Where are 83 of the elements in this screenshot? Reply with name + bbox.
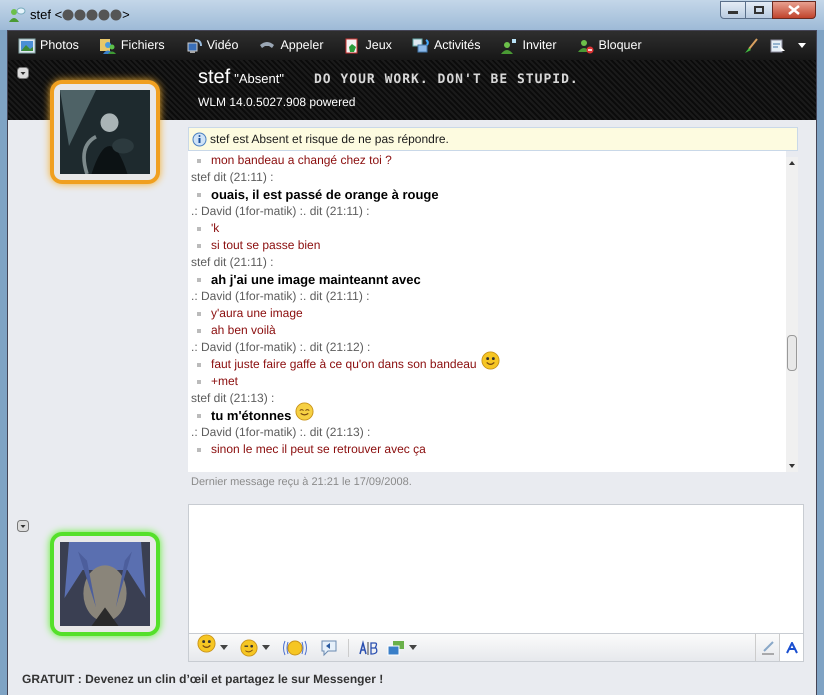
- caret-icon[interactable]: [262, 645, 270, 650]
- contact-status: "Absent": [234, 70, 284, 88]
- toolbar-button[interactable]: Photos: [18, 36, 79, 55]
- info-icon: [192, 132, 207, 146]
- caret-icon[interactable]: [798, 43, 806, 48]
- scroll-up-icon[interactable]: [789, 161, 795, 165]
- smiley-icon: [480, 351, 500, 370]
- bullet-icon: [197, 414, 201, 418]
- sender-line: stef dit (21:11) :: [191, 169, 274, 186]
- message-text: ah j'ai une image mainteannt avec: [211, 271, 421, 288]
- wink-icon[interactable]: [240, 638, 258, 656]
- sender-line: .: David (1for-matik) :. dit (21:11) :: [191, 288, 370, 305]
- add-person-icon: [500, 38, 518, 54]
- photo-icon: [18, 38, 36, 54]
- caret-icon[interactable]: [409, 645, 417, 650]
- caret-icon[interactable]: [220, 645, 228, 650]
- notice-text: stef est Absent et risque de ne pas répondre.: [210, 131, 449, 148]
- message-input[interactable]: [188, 504, 804, 634]
- message-text: faut juste faire gaffe à ce qu'on dans son bandeau: [211, 356, 477, 373]
- toolbar-button[interactable]: Fichiers: [98, 36, 165, 55]
- sender-line: .: David (1for-matik) :. dit (21:12) :: [191, 339, 372, 356]
- people-icon: [98, 38, 117, 54]
- message-text: si tout se passe bien: [211, 237, 320, 254]
- font-icon: [786, 642, 798, 654]
- last-message-text: Dernier message reçu à 21:21 le 17/09/2008.: [190, 475, 413, 490]
- background-icon[interactable]: [387, 640, 405, 656]
- sender-line: .: David (1for-matik) :. dit (21:11) :: [191, 203, 370, 220]
- bullet-icon: [197, 244, 201, 248]
- sender-line: stef dit (21:13) :: [191, 390, 276, 407]
- window-title: stef <: [30, 6, 62, 24]
- sender-line: stef dit (21:11) :: [191, 254, 274, 271]
- bullet-icon: [197, 226, 201, 230]
- bullet-icon: [197, 448, 201, 452]
- personal-message: DO YOUR WORK. DON'T BE STUPID.: [314, 71, 579, 89]
- toolbar-button[interactable]: Activités: [412, 36, 480, 55]
- toolbar-button[interactable]: Appeler: [258, 36, 324, 55]
- paintbrush-icon[interactable]: [744, 38, 758, 54]
- spell-check-icon[interactable]: [359, 640, 379, 656]
- close-button[interactable]: [772, 1, 816, 19]
- toolbar-button[interactable]: Bloquer: [576, 36, 642, 55]
- font-button[interactable]: [779, 634, 803, 661]
- message-text: mon bandeau a changé chez toi ?: [211, 152, 392, 169]
- scrollbar-thumb[interactable]: [787, 335, 797, 371]
- collapse-icon[interactable]: [17, 67, 29, 79]
- webcam-icon: [184, 38, 203, 54]
- window-menu-icon[interactable]: [770, 38, 786, 54]
- bullet-icon: [197, 312, 201, 316]
- windows-icon: [412, 38, 430, 54]
- message-text: sinon le mec il peut se retrouver avec ça: [211, 441, 426, 458]
- promo-text: GRATUIT : Devenez un clin d’œil et partagez le sur Messenger !: [21, 671, 384, 688]
- bullet-icon: [197, 328, 201, 332]
- sender-line: .: David (1for-matik) :. dit (21:13) :: [191, 424, 372, 441]
- bullet-icon: [197, 158, 201, 162]
- minimize-button[interactable]: [720, 1, 746, 19]
- bullet-icon: [197, 278, 201, 282]
- collapse-icon[interactable]: [17, 520, 29, 532]
- bullet-icon: [197, 192, 201, 196]
- client-version: WLM 14.0.5027.908 powered: [198, 94, 356, 110]
- messenger-icon: [8, 7, 26, 23]
- redaction-icon: [62, 9, 122, 21]
- toolbar-button[interactable]: Jeux: [344, 36, 392, 55]
- message-text: y'aura une image: [211, 305, 303, 322]
- block-person-icon: [576, 38, 595, 54]
- toolbar-button[interactable]: Vidéo: [184, 36, 238, 55]
- scrollbar[interactable]: [786, 157, 798, 472]
- nudge-icon[interactable]: [282, 638, 308, 656]
- message-text: ah ben voilà: [211, 322, 276, 339]
- toolbar-button[interactable]: Inviter: [500, 36, 557, 55]
- message-text: ouais, il est passé de orange à rouge: [211, 186, 439, 203]
- close-icon: [788, 5, 800, 15]
- window-title: >: [122, 6, 130, 24]
- pen-icon: [760, 640, 774, 654]
- message-text: tu m'étonnes: [211, 407, 292, 424]
- message-text: +met: [211, 373, 238, 390]
- scroll-down-icon[interactable]: [789, 464, 795, 468]
- voice-clip-icon[interactable]: [320, 638, 338, 656]
- smiley-icon: [197, 634, 216, 653]
- bullet-icon: [197, 380, 201, 384]
- bullet-icon: [197, 362, 201, 366]
- contact-name: stef: [198, 66, 230, 88]
- message-text: 'k: [211, 220, 220, 237]
- maximize-button[interactable]: [746, 1, 772, 19]
- smiley-icon: [295, 402, 314, 421]
